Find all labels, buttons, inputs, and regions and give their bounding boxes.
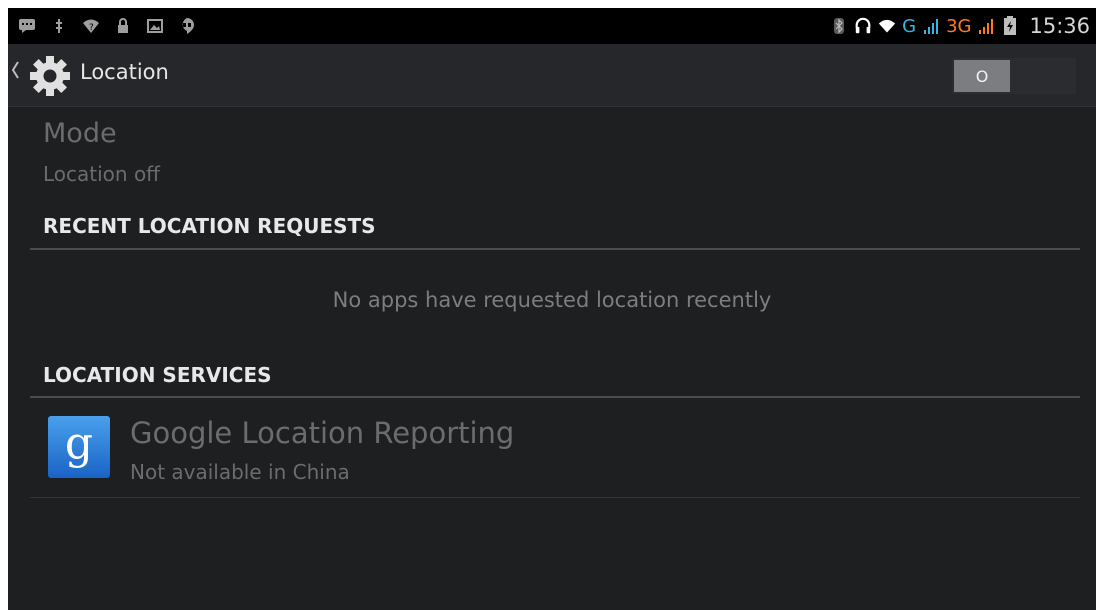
section-divider — [30, 248, 1080, 250]
signal-g-icon — [922, 17, 940, 35]
image-icon — [146, 17, 164, 35]
item-divider — [30, 497, 1080, 498]
usb-debug-icon — [50, 17, 68, 35]
mode-value: Location off — [43, 162, 160, 186]
empty-requests-message: No apps have requested location recently — [332, 288, 772, 312]
toggle-knob[interactable]: O — [954, 60, 1010, 92]
page-title: Location — [80, 60, 169, 84]
chat-icon — [18, 17, 36, 35]
toggle-state-label: O — [975, 66, 989, 86]
hangouts-icon — [178, 17, 196, 35]
system-status-icons: G 3G 15:36 — [830, 8, 1090, 44]
signal-3g-icon — [977, 17, 995, 35]
network-type-3g: 3G — [946, 15, 972, 37]
mode-title: Mode — [43, 118, 117, 149]
action-bar: Location O — [8, 44, 1096, 107]
headset-icon — [854, 17, 872, 35]
android-screen: ? G 3G 15:36 Location O Mode Location of… — [8, 8, 1096, 610]
wifi-icon — [878, 17, 896, 35]
location-toggle[interactable]: O — [952, 58, 1076, 94]
settings-gear-icon[interactable] — [28, 54, 72, 98]
notification-icons: ? — [18, 8, 196, 44]
location-services-header: LOCATION SERVICES — [43, 363, 272, 387]
wifi-notification-icon: ? — [82, 17, 100, 35]
lock-icon — [114, 17, 132, 35]
recent-requests-header: RECENT LOCATION REQUESTS — [43, 214, 376, 238]
bluetooth-icon — [830, 17, 848, 35]
service-subtitle: Not available in China — [130, 460, 350, 484]
clock: 15:36 — [1029, 14, 1090, 38]
service-title: Google Location Reporting — [130, 416, 515, 450]
svg-text:?: ? — [89, 23, 94, 33]
network-type-g: G — [902, 15, 917, 37]
section-divider — [30, 396, 1080, 398]
google-g-icon: g — [48, 416, 110, 478]
back-chevron-icon[interactable] — [10, 58, 20, 88]
status-bar: ? G 3G 15:36 — [8, 8, 1096, 44]
battery-icon — [1001, 16, 1019, 35]
